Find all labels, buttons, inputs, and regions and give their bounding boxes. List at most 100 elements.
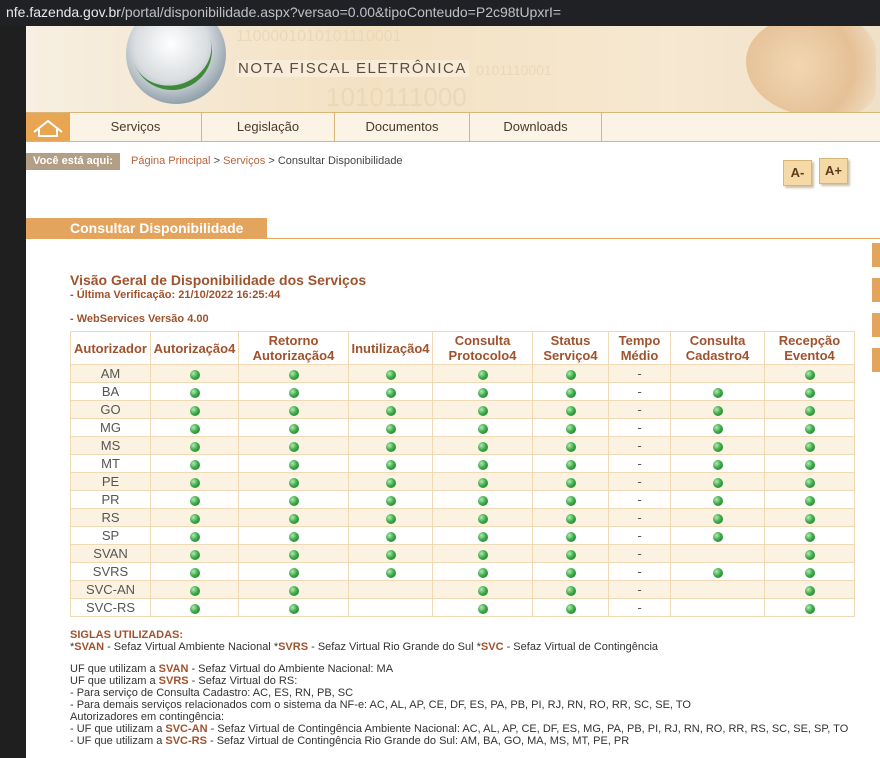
status-green-icon: [189, 441, 200, 452]
status-green-icon: [189, 603, 200, 614]
side-tab[interactable]: [872, 313, 880, 337]
status-green-icon: [477, 387, 488, 398]
status-green-icon: [712, 459, 723, 470]
column-header: Status Serviço4: [532, 331, 609, 365]
increase-font-button[interactable]: A+: [819, 158, 848, 184]
status-cell: [764, 598, 855, 617]
status-cell: [348, 490, 433, 509]
home-button[interactable]: [26, 113, 70, 141]
decrease-font-button[interactable]: A-: [783, 160, 812, 186]
sigla-desc: - Sefaz Virtual de Contingência: [503, 641, 659, 653]
house-icon: [33, 119, 63, 137]
status-green-icon: [288, 441, 299, 452]
status-green-icon: [385, 477, 396, 488]
nav-item-servicos[interactable]: Serviços: [70, 113, 202, 141]
status-green-icon: [385, 441, 396, 452]
table-row: PE -: [70, 472, 855, 491]
status-cell: [670, 454, 765, 473]
status-cell: [348, 598, 433, 617]
side-tab[interactable]: [872, 348, 880, 372]
status-cell: [238, 562, 349, 581]
autorizador-cell: SVC-AN: [70, 580, 151, 599]
status-cell: [238, 436, 349, 455]
status-cell: [150, 544, 239, 563]
notes: SIGLAS UTILIZADAS: *SVAN - Sefaz Virtual…: [70, 629, 848, 747]
banner-binary-text: 0101110001: [476, 62, 552, 78]
status-cell: -: [608, 490, 671, 509]
status-green-icon: [189, 369, 200, 380]
table-row: MS -: [70, 436, 855, 455]
status-cell: [764, 400, 855, 419]
header-banner: 1100001010101110001 0101110001 101011100…: [26, 26, 880, 112]
status-green-icon: [189, 459, 200, 470]
status-green-icon: [288, 405, 299, 416]
autorizador-cell: GO: [70, 400, 151, 419]
status-cell: [670, 436, 765, 455]
side-tab[interactable]: [872, 243, 880, 267]
status-cell: [670, 562, 765, 581]
status-green-icon: [804, 531, 815, 542]
status-cell: [532, 400, 609, 419]
autorizador-cell: MS: [70, 436, 151, 455]
status-cell: [238, 454, 349, 473]
column-header: Tempo Médio: [608, 331, 671, 365]
status-green-icon: [804, 387, 815, 398]
svcan-note: - UF que utilizam a SVC-AN - Sefaz Virtu…: [70, 723, 848, 735]
status-cell: [670, 598, 765, 617]
status-green-icon: [712, 495, 723, 506]
siglas-line: *SVAN - Sefaz Virtual Ambiente Nacional …: [70, 641, 848, 653]
status-cell: [432, 436, 533, 455]
status-green-icon: [804, 423, 815, 434]
table-row: SVC-AN -: [70, 580, 855, 599]
status-green-icon: [565, 549, 576, 560]
status-green-icon: [712, 441, 723, 452]
status-cell: [764, 580, 855, 599]
status-cell: [764, 418, 855, 437]
status-cell: [764, 364, 855, 383]
siglas-title: SIGLAS UTILIZADAS:: [70, 629, 184, 641]
status-cell: [764, 508, 855, 527]
status-green-icon: [189, 513, 200, 524]
status-cell: [432, 526, 533, 545]
status-green-icon: [565, 387, 576, 398]
status-cell: [150, 364, 239, 383]
status-green-icon: [804, 459, 815, 470]
status-cell: [432, 418, 533, 437]
status-green-icon: [288, 459, 299, 470]
status-cell: [432, 400, 533, 419]
status-cell: [432, 454, 533, 473]
table-header-row: Autorizador Autorização4 Retorno Autorizaç…: [70, 331, 855, 365]
breadcrumb-link-home[interactable]: Página Principal: [131, 155, 211, 167]
status-cell: [238, 526, 349, 545]
status-cell: [348, 436, 433, 455]
side-tab[interactable]: [872, 278, 880, 302]
svan-note: UF que utilizam a SVAN - Sefaz Virtual d…: [70, 663, 848, 675]
browser-address-bar[interactable]: nfe.fazenda.gov.br/portal/disponibilidad…: [0, 0, 880, 26]
status-cell: [432, 544, 533, 563]
nav-item-documentos[interactable]: Documentos: [335, 113, 470, 141]
status-green-icon: [477, 495, 488, 506]
note-code: SVC-RS: [165, 735, 207, 747]
table-row: BA -: [70, 382, 855, 401]
status-green-icon: [385, 495, 396, 506]
status-green-icon: [712, 513, 723, 524]
status-green-icon: [385, 567, 396, 578]
status-cell: [150, 418, 239, 437]
status-green-icon: [385, 459, 396, 470]
status-green-icon: [385, 423, 396, 434]
status-green-icon: [565, 531, 576, 542]
status-cell: [150, 436, 239, 455]
nav-item-legislacao[interactable]: Legislação: [202, 113, 335, 141]
breadcrumb-link-servicos[interactable]: Serviços: [223, 155, 265, 167]
status-cell: -: [608, 400, 671, 419]
status-cell: [238, 490, 349, 509]
nav-item-downloads[interactable]: Downloads: [470, 113, 602, 141]
autorizador-cell: PE: [70, 472, 151, 491]
status-cell: [348, 562, 433, 581]
status-green-icon: [804, 369, 815, 380]
note-text: - Sefaz Virtual do Ambiente Nacional: MA: [188, 663, 394, 675]
status-cell: [670, 364, 765, 383]
status-green-icon: [288, 513, 299, 524]
url-path: /portal/disponibilidade.aspx?versao=0.00…: [120, 4, 562, 20]
autorizador-cell: SVRS: [70, 562, 151, 581]
